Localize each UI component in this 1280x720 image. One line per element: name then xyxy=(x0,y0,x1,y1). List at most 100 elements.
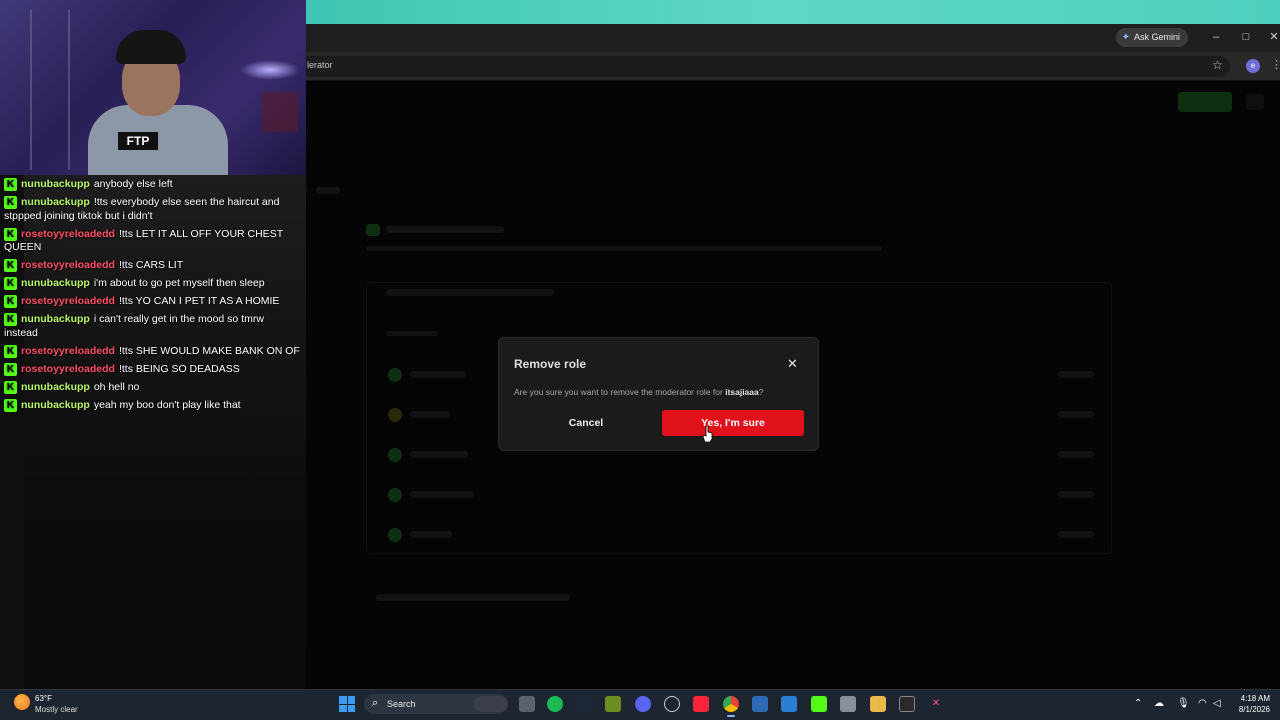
wifi-icon[interactable]: ◠ xyxy=(1198,698,1207,709)
chat-message: Knunubackupp i'm about to go pet myself t… xyxy=(4,277,300,291)
kick-badge-icon: K xyxy=(4,380,17,394)
kick-badge-icon: K xyxy=(4,313,17,326)
dimmed-avatar xyxy=(388,448,402,462)
dimmed-row-action xyxy=(1058,531,1094,538)
clock-time[interactable]: 4:18 AM xyxy=(1238,694,1270,703)
windows-start-icon[interactable] xyxy=(339,696,355,712)
kick-badge-icon: K xyxy=(4,295,17,308)
chat-text: !tts CARS LIT xyxy=(118,259,184,271)
chevron-up-icon[interactable]: ⌃ xyxy=(1134,698,1142,709)
weather-temperature[interactable]: 63°F xyxy=(35,694,52,703)
dimmed-icon xyxy=(1246,94,1264,110)
taskbar-search-label: Search xyxy=(387,699,416,709)
webcam-overlay: FTP xyxy=(0,0,306,175)
chat-message: Krosetoyyreloadedd !tts YO CAN I PET IT A… xyxy=(4,295,300,309)
chat-username[interactable]: nunubackupp xyxy=(21,313,90,325)
maximize-button[interactable]: □ xyxy=(1236,28,1256,46)
profile-avatar[interactable]: e xyxy=(1246,59,1260,73)
dimmed-search-field xyxy=(386,289,554,296)
spotify-icon[interactable] xyxy=(547,696,563,712)
app-icon[interactable] xyxy=(840,696,856,712)
music-icon[interactable] xyxy=(693,696,709,712)
dimmed-avatar xyxy=(388,528,402,542)
chat-message: Knunubackupp anybody else left xyxy=(4,178,300,192)
chat-username[interactable]: rosetoyyreloadedd xyxy=(21,345,115,357)
chat-username[interactable]: nunubackupp xyxy=(21,381,90,393)
file-explorer-icon[interactable] xyxy=(870,696,886,712)
close-icon[interactable]: ✕ xyxy=(787,356,798,372)
search-icon: ⌕ xyxy=(372,697,379,709)
search-highlight-icon xyxy=(474,696,508,712)
weather-icon[interactable] xyxy=(14,694,30,710)
chat-message: Knunubackupp i can't really get in the mo… xyxy=(4,313,300,340)
chat-message: Knunubackupp !tts everybody else seen the… xyxy=(4,196,300,223)
kick-badge-icon: K xyxy=(4,398,17,412)
dialog-username: itsajiaaa xyxy=(725,387,759,397)
dimmed-faq-row xyxy=(376,594,570,601)
dimmed-row-action xyxy=(1058,491,1094,498)
chat-overlay: Knunubackupp anybody else left Knunubackup… xyxy=(4,178,300,417)
ask-gemini-button[interactable]: ✦ Ask Gemini xyxy=(1115,28,1188,47)
kick-badge-icon: K xyxy=(4,178,17,191)
chat-text: anybody else left xyxy=(93,178,173,190)
chat-message: Knunubackupp oh hell no xyxy=(4,380,300,395)
chat-username[interactable]: rosetoyyreloadedd xyxy=(21,363,115,375)
chat-username[interactable]: nunubackupp xyxy=(21,277,90,289)
minimize-button[interactable]: – xyxy=(1206,28,1226,46)
app-icon[interactable] xyxy=(781,696,797,712)
webcam-shelf xyxy=(30,10,70,170)
dimmed-row-name xyxy=(410,491,474,498)
steam-icon[interactable] xyxy=(576,696,592,712)
close-window-button[interactable]: ✕ xyxy=(1264,28,1280,46)
kick-badge-icon: K xyxy=(4,196,17,209)
chat-username[interactable]: rosetoyyreloadedd xyxy=(21,295,115,307)
kick-icon[interactable] xyxy=(811,696,827,712)
clock-date[interactable]: 8/1/2026 xyxy=(1232,705,1270,714)
chat-message: Krosetoyyreloadedd !tts LET IT ALL OFF YO… xyxy=(4,227,300,255)
dimmed-row-action xyxy=(1058,411,1094,418)
chat-username[interactable]: nunubackupp xyxy=(21,178,90,190)
discord-icon[interactable] xyxy=(635,696,651,712)
browser-menu-icon[interactable]: ⋮ xyxy=(1271,58,1280,71)
dimmed-row-name xyxy=(410,531,452,538)
bookmark-star-icon[interactable]: ☆ xyxy=(1212,58,1223,72)
chat-username[interactable]: nunubackupp xyxy=(21,196,90,208)
dimmed-row-name xyxy=(410,371,466,378)
chat-text: i'm about to go pet myself then sleep xyxy=(93,277,265,289)
chrome-icon[interactable] xyxy=(723,696,739,712)
webcam-light xyxy=(240,60,300,80)
kick-badge-icon: K xyxy=(4,277,17,290)
shirt-print: FTP xyxy=(118,132,158,150)
webcam-red-object xyxy=(262,92,298,132)
kick-badge-icon: K xyxy=(4,362,17,376)
weather-condition[interactable]: Mostly clear xyxy=(35,705,78,714)
capcut-icon[interactable]: ✕ xyxy=(928,696,944,712)
dialog-message-prefix: Are you sure you want to remove the mode… xyxy=(514,387,726,397)
address-bar[interactable] xyxy=(300,56,1230,77)
onedrive-icon[interactable]: ☁ xyxy=(1154,698,1164,709)
dimmed-avatar xyxy=(388,368,402,382)
dimmed-primary-button xyxy=(1178,92,1232,112)
chat-username[interactable]: rosetoyyreloadedd xyxy=(21,228,115,240)
url-text[interactable]: lerator xyxy=(307,60,333,70)
chat-username[interactable]: rosetoyyreloadedd xyxy=(21,259,115,271)
dialog-message: Are you sure you want to remove the mode… xyxy=(514,387,763,397)
kick-badge-icon: K xyxy=(4,259,17,272)
chat-username[interactable]: nunubackupp xyxy=(21,399,90,411)
volume-icon[interactable]: ◁ xyxy=(1213,698,1221,709)
dimmed-row-action xyxy=(1058,451,1094,458)
chat-text: yeah my boo don't play like that xyxy=(93,398,241,411)
dimmed-section-icon xyxy=(366,224,380,236)
obs-icon[interactable] xyxy=(664,696,680,712)
chat-message: Krosetoyyreloadedd !tts SHE WOULD MAKE BA… xyxy=(4,344,300,359)
chat-text: !tts SHE WOULD MAKE BANK ON OF xyxy=(118,344,300,357)
app-icon[interactable] xyxy=(752,696,768,712)
microphone-icon[interactable]: 🎙︎ xyxy=(1177,698,1190,709)
remove-role-dialog: Remove role ✕ Are you sure you want to r… xyxy=(498,337,819,451)
confirm-remove-button[interactable]: Yes, I'm sure xyxy=(662,410,804,436)
cancel-button[interactable]: Cancel xyxy=(515,410,657,436)
minecraft-icon[interactable] xyxy=(605,696,621,712)
task-view-icon[interactable] xyxy=(519,696,535,712)
app-icon[interactable] xyxy=(899,696,915,712)
chat-message: Krosetoyyreloadedd !tts CARS LIT xyxy=(4,259,300,273)
